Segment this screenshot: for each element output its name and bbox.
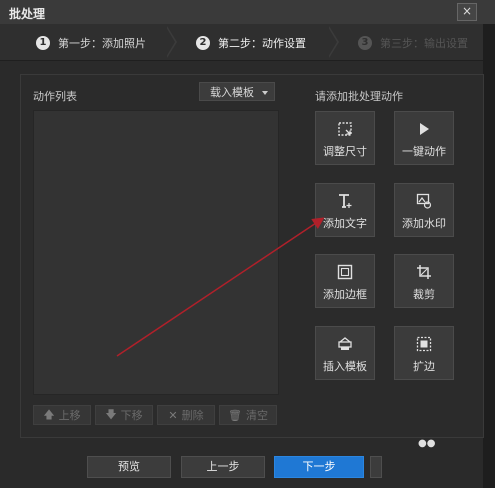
trash-icon: 🗑 (228, 408, 242, 422)
step-3-label: 第三步：输出设置 (380, 37, 468, 50)
resize-icon (336, 120, 354, 138)
expand-border-label: 扩边 (413, 360, 435, 373)
move-down-button[interactable]: 🡇 下移 (95, 405, 153, 425)
step-3[interactable]: 3 第三步：输出设置 (358, 34, 468, 52)
expand-icon (415, 335, 433, 353)
next-step-label: 下一步 (302, 460, 336, 473)
add-action-label: 请添加批处理动作 (315, 90, 403, 103)
step-separator (328, 26, 339, 58)
close-icon: × (461, 4, 473, 18)
step-3-number: 3 (358, 36, 372, 50)
extra-button[interactable] (370, 456, 382, 478)
step-1-label: 第一步：添加照片 (58, 37, 146, 50)
background-window-edge (483, 24, 495, 488)
step-1[interactable]: 1 第一步：添加照片 (36, 34, 146, 52)
crop-icon (415, 263, 433, 281)
step-separator (166, 26, 177, 58)
load-template-dropdown[interactable]: 载入模板 (199, 82, 275, 101)
prev-step-button[interactable]: 上一步 (181, 456, 265, 478)
window-title: 批处理 (9, 7, 46, 21)
step-2-number: 2 (196, 36, 210, 50)
delete-icon: ✕ (168, 408, 178, 422)
step-2-label: 第二步：动作设置 (218, 37, 306, 50)
expand-border-button[interactable]: 扩边 (394, 326, 454, 380)
action-list[interactable] (33, 110, 279, 395)
arrow-down-icon: 🡇 (105, 407, 117, 421)
one-click-action-button[interactable]: 一键动作 (394, 111, 454, 165)
crop-button[interactable]: 裁剪 (394, 254, 454, 308)
add-border-label: 添加边框 (323, 288, 367, 301)
template-icon (336, 335, 354, 353)
resize-label: 调整尺寸 (323, 145, 367, 158)
close-button[interactable]: × (457, 3, 477, 21)
chevron-down-icon (262, 91, 268, 95)
border-icon (336, 263, 354, 281)
step-2[interactable]: 2 第二步：动作设置 (196, 34, 306, 52)
insert-template-button[interactable]: 插入模板 (315, 326, 375, 380)
add-border-button[interactable]: 添加边框 (315, 254, 375, 308)
play-icon (415, 120, 433, 138)
preview-button[interactable]: 预览 (87, 456, 171, 478)
next-step-button[interactable]: 下一步 (274, 456, 364, 478)
move-up-button[interactable]: 🡅 上移 (33, 405, 91, 425)
watermark-icon (415, 192, 433, 210)
clear-label: 清空 (245, 409, 268, 422)
one-click-action-label: 一键动作 (402, 145, 446, 158)
step-1-number: 1 (36, 36, 50, 50)
load-template-label: 载入模板 (210, 86, 254, 99)
resize-button[interactable]: 调整尺寸 (315, 111, 375, 165)
delete-label: 删除 (181, 409, 204, 422)
insert-template-label: 插入模板 (323, 360, 367, 373)
add-text-label: 添加文字 (323, 217, 367, 230)
clear-button[interactable]: 🗑 清空 (219, 405, 277, 425)
move-up-label: 上移 (58, 409, 81, 422)
add-text-button[interactable]: 添加文字 (315, 183, 375, 237)
action-list-label: 动作列表 (33, 90, 77, 103)
drag-handle-icon[interactable]: ●● (418, 438, 435, 449)
add-watermark-button[interactable]: 添加水印 (394, 183, 454, 237)
move-down-label: 下移 (120, 409, 143, 422)
add-watermark-label: 添加水印 (402, 217, 446, 230)
delete-button[interactable]: ✕ 删除 (157, 405, 215, 425)
text-icon (336, 192, 354, 210)
preview-label: 预览 (118, 460, 140, 473)
step-bar: 1 第一步：添加照片 2 第二步：动作设置 3 第三步：输出设置 (0, 24, 483, 61)
arrow-up-icon: 🡅 (43, 407, 55, 421)
crop-label: 裁剪 (413, 288, 435, 301)
prev-step-label: 上一步 (206, 460, 240, 473)
title-bar: 批处理 × (0, 0, 495, 25)
